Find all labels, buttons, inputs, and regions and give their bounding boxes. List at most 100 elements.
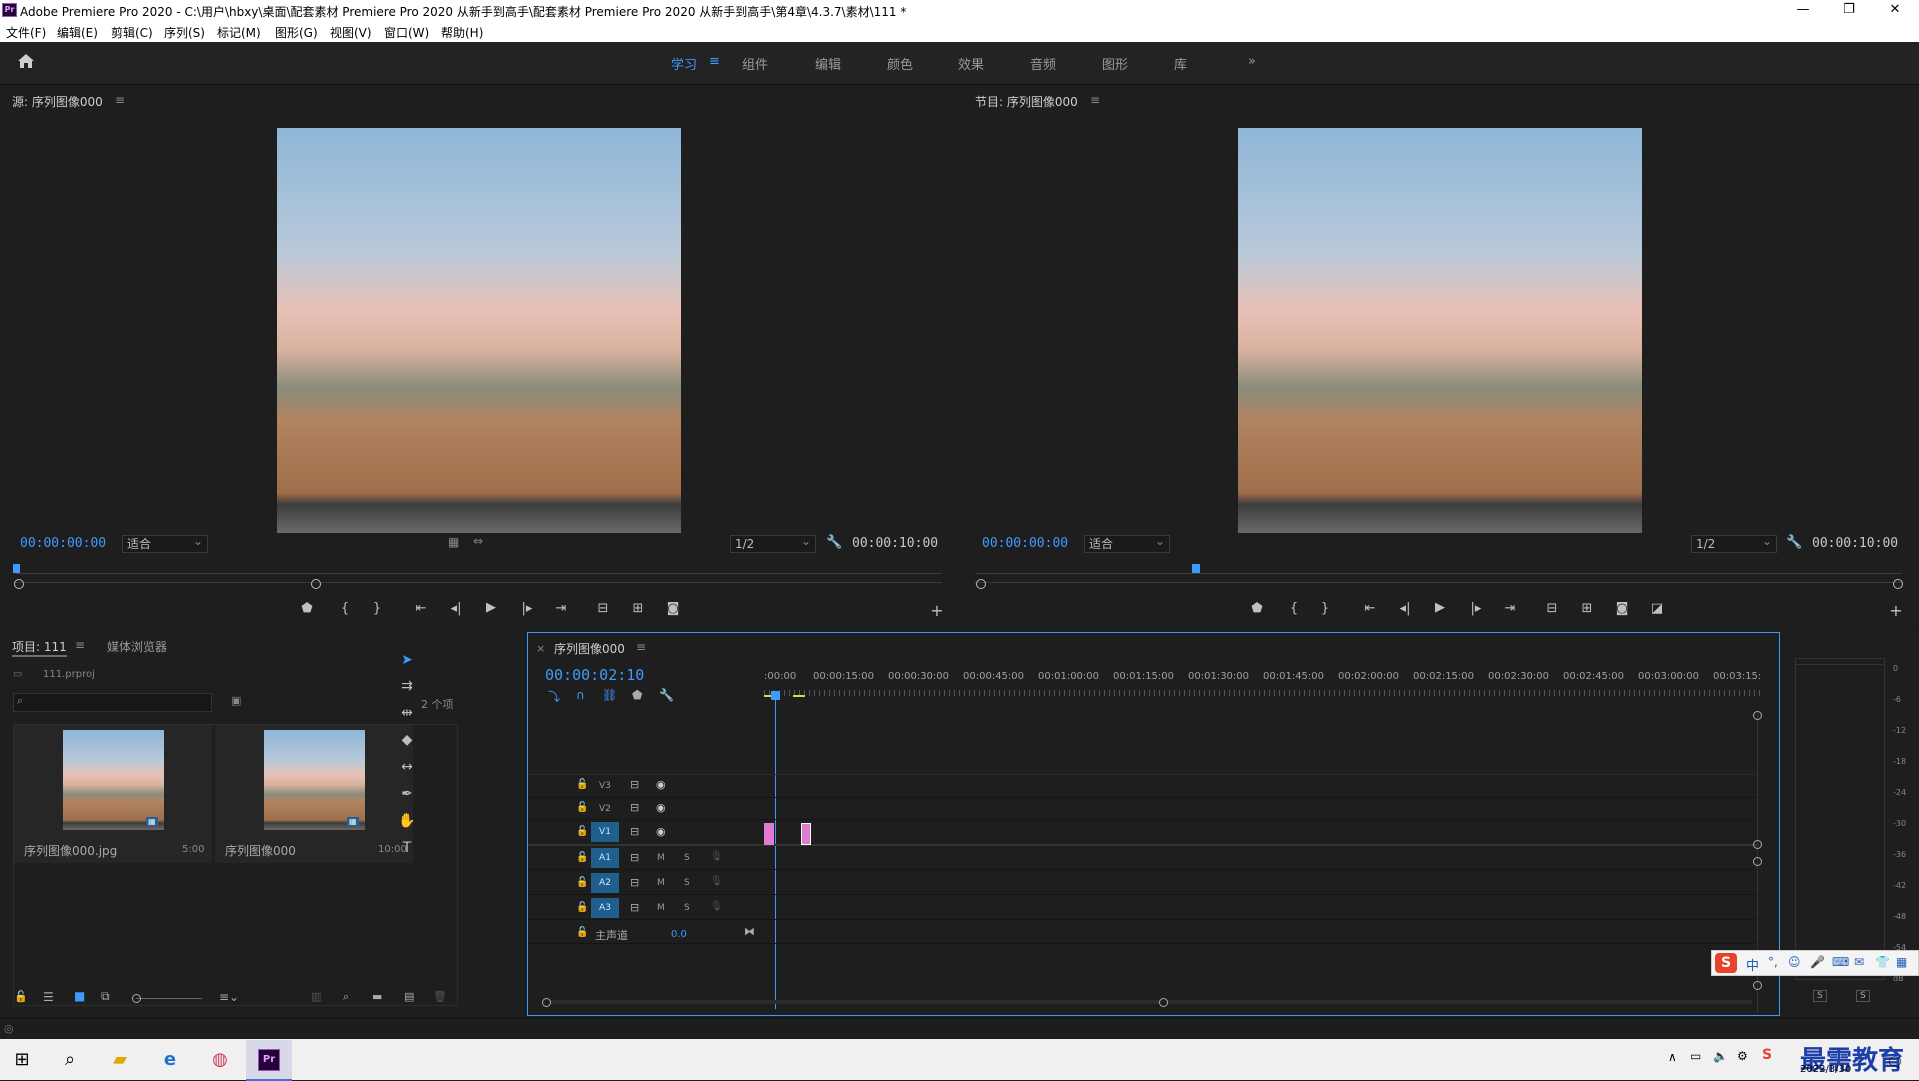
timeline-settings-wrench-icon[interactable]: 🔧 xyxy=(659,688,674,702)
premiere-taskbar-button[interactable]: Pr xyxy=(246,1040,292,1081)
mute-button[interactable]: M xyxy=(657,853,665,863)
project-search-input[interactable]: ⌕ xyxy=(13,693,212,712)
toggle-sync-lock-icon[interactable]: ⊟ xyxy=(630,778,639,791)
source-settings-wrench-icon[interactable]: 🔧 xyxy=(826,535,842,550)
program-play-icon[interactable]: ▶ xyxy=(1431,600,1449,615)
lock-icon[interactable]: 🔓 xyxy=(576,802,588,813)
thumbnail-zoom-slider[interactable] xyxy=(136,998,202,999)
source-timecode[interactable]: 00:00:00:00 xyxy=(20,536,106,551)
lock-project-icon[interactable]: 🔓 xyxy=(14,990,28,1003)
voice-over-mic-icon[interactable]: 🎙 xyxy=(710,851,723,862)
clear-icon[interactable]: 🗑 xyxy=(433,990,447,1003)
program-button-editor-icon[interactable]: + xyxy=(1887,601,1905,620)
media-browser-tab[interactable]: 媒体浏览器 xyxy=(107,638,167,655)
source-panel-menu-icon[interactable]: ≡ xyxy=(115,93,125,107)
program-time-ruler[interactable] xyxy=(976,573,1902,574)
workspace-assembly[interactable]: 组件 xyxy=(742,54,768,73)
workspace-graphics[interactable]: 图形 xyxy=(1102,54,1128,73)
timeline-timecode[interactable]: 00:00:02:10 xyxy=(545,666,644,684)
zoom-handle-left[interactable] xyxy=(542,998,551,1007)
sogou-tray-icon[interactable]: S xyxy=(1762,1047,1772,1063)
edge-browser-icon[interactable]: e xyxy=(148,1042,192,1078)
source-insert-icon[interactable]: ▦ xyxy=(448,535,459,549)
toggle-sync-lock-icon[interactable]: ⊟ xyxy=(630,876,639,889)
source-button-editor-icon[interactable]: + xyxy=(928,601,946,620)
solo-button[interactable]: S xyxy=(684,878,690,888)
menu-view[interactable]: 视图(V) xyxy=(330,24,372,41)
linked-selection-icon[interactable]: ⛓ xyxy=(602,688,617,702)
timeline-close-icon[interactable]: × xyxy=(536,642,545,655)
workspace-effects[interactable]: 效果 xyxy=(958,54,984,73)
timeline-panel-menu-icon[interactable]: ≡ xyxy=(636,640,646,654)
eye-icon[interactable]: ◉ xyxy=(656,825,666,838)
insert-overwrite-sequence-icon[interactable]: ⤵ xyxy=(548,688,560,705)
source-play-icon[interactable]: ▶ xyxy=(482,600,500,615)
workspace-learn[interactable]: 学习 xyxy=(671,54,697,73)
video-scroll-handle-bottom[interactable] xyxy=(1753,840,1762,849)
lock-icon[interactable]: 🔓 xyxy=(576,877,588,888)
menu-graphics[interactable]: 图形(G) xyxy=(275,24,318,41)
ime-skin-icon[interactable]: 👕 xyxy=(1875,955,1890,969)
program-lift-icon[interactable]: ⊟ xyxy=(1543,601,1561,616)
ime-chinese-mode[interactable]: 中 xyxy=(1746,955,1759,974)
selection-tool-icon[interactable]: ➤ xyxy=(396,652,418,672)
mute-button[interactable]: M xyxy=(657,903,665,913)
source-zoom-bar[interactable] xyxy=(13,582,942,583)
lock-icon[interactable]: 🔓 xyxy=(576,902,588,913)
new-bin-icon[interactable]: ▬ xyxy=(372,990,382,1003)
source-resolution-dropdown[interactable]: 1/2 xyxy=(730,533,816,553)
sogou-logo-icon[interactable]: S xyxy=(1715,953,1737,973)
source-export-frame-icon[interactable]: ◙ xyxy=(664,601,682,616)
ime-emoji-icon[interactable]: ☺ xyxy=(1788,955,1801,969)
close-button[interactable]: ✕ xyxy=(1872,0,1918,20)
source-zoom-handle-left[interactable] xyxy=(14,579,24,589)
menu-help[interactable]: 帮助(H) xyxy=(441,24,483,41)
ime-punctuation-icon[interactable]: °, xyxy=(1768,955,1778,969)
program-go-to-in-icon[interactable]: ⇤ xyxy=(1361,601,1379,616)
project-panel-menu-icon[interactable]: ≡ xyxy=(75,638,85,652)
source-zoom-handle-right[interactable] xyxy=(311,579,321,589)
source-time-ruler[interactable] xyxy=(16,573,942,574)
voice-over-mic-icon[interactable]: 🎙 xyxy=(710,901,723,912)
program-zoom-handle-left[interactable] xyxy=(976,579,986,589)
toggle-sync-lock-icon[interactable]: ⊟ xyxy=(630,801,639,814)
video-clip[interactable] xyxy=(801,823,811,845)
source-go-to-out-icon[interactable]: ⇥ xyxy=(552,601,570,616)
workspace-libraries[interactable]: 库 xyxy=(1174,54,1187,73)
track-label-v3[interactable]: V3 xyxy=(599,781,611,791)
solo-button[interactable]: S xyxy=(684,853,690,863)
source-playhead[interactable] xyxy=(13,564,20,573)
timeline-sequence-tab[interactable]: 序列图像000 xyxy=(554,640,625,657)
source-drag-icon[interactable]: ⇔ xyxy=(473,534,483,548)
zoom-handle-right[interactable] xyxy=(1159,998,1168,1007)
program-playhead[interactable] xyxy=(1192,564,1200,573)
lock-icon[interactable]: 🔓 xyxy=(576,826,588,837)
menu-edit[interactable]: 编辑(E) xyxy=(57,24,98,41)
ripple-edit-tool-icon[interactable]: ⇹ xyxy=(396,705,418,725)
track-row-v3[interactable] xyxy=(528,774,1758,798)
solo-left-button[interactable]: S xyxy=(1813,990,1827,1002)
track-target-a2[interactable]: A2 xyxy=(591,873,619,893)
app-icon[interactable]: ◍ xyxy=(198,1042,242,1078)
video-scroll-handle-top[interactable] xyxy=(1753,711,1762,720)
search-icon[interactable]: ⌕ xyxy=(48,1042,92,1078)
track-row-master[interactable] xyxy=(528,921,1758,944)
slip-tool-icon[interactable]: ↔ xyxy=(396,759,418,779)
source-go-to-in-icon[interactable]: ⇤ xyxy=(412,601,430,616)
workspace-audio[interactable]: 音频 xyxy=(1030,54,1056,73)
eye-icon[interactable]: ◉ xyxy=(656,801,666,814)
thumbnail-zoom-handle[interactable] xyxy=(132,994,141,1003)
source-insert-button-icon[interactable]: ⊟ xyxy=(594,601,612,616)
icon-view-icon[interactable]: ■ xyxy=(74,989,85,1003)
program-mark-in-icon[interactable]: { xyxy=(1285,601,1303,616)
tray-up-arrow-icon[interactable]: ∧ xyxy=(1668,1050,1677,1064)
menu-sequence[interactable]: 序列(S) xyxy=(164,24,205,41)
project-tab[interactable]: 项目: 111 xyxy=(12,638,67,657)
program-timecode[interactable]: 00:00:00:00 xyxy=(982,536,1068,551)
network-icon[interactable]: ▭ xyxy=(1690,1049,1701,1063)
track-row-v1[interactable] xyxy=(528,820,1758,846)
minimize-button[interactable]: — xyxy=(1780,0,1826,20)
pen-tool-icon[interactable]: ✒ xyxy=(396,786,418,806)
audio-scroll-handle-top[interactable] xyxy=(1753,857,1762,866)
sort-icons-icon[interactable]: ≡⌄ xyxy=(219,990,239,1004)
